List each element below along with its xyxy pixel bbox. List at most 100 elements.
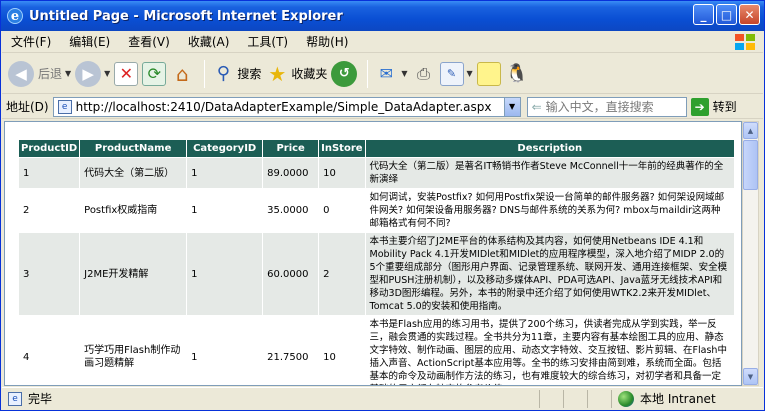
mail-button[interactable]: ✉ ▼ — [374, 57, 408, 91]
table-cell: 60.0000 — [262, 232, 320, 316]
products-grid: ProductID ProductName CategoryID Price I… — [17, 139, 736, 385]
menu-favorites[interactable]: 收藏(A) — [179, 33, 239, 50]
table-cell: 0 — [318, 188, 366, 233]
chevron-down-icon[interactable]: ▼ — [401, 69, 407, 78]
security-zone: 本地 Intranet — [611, 389, 749, 408]
status-cell — [539, 389, 563, 408]
column-header: InStore — [318, 139, 366, 158]
search-icon: ⚲ — [216, 63, 230, 84]
status-cell — [563, 389, 587, 408]
edit-page-icon: ✎ — [439, 61, 464, 86]
toolbar-separator — [367, 59, 369, 88]
table-cell: 21.7500 — [262, 315, 320, 385]
windows-logo-icon — [735, 34, 755, 50]
chevron-down-icon[interactable]: ▼ — [65, 69, 71, 78]
refresh-button[interactable]: ⟳ — [142, 57, 167, 91]
address-bar: 地址(D) e http://localhost:2410/DataAdapte… — [2, 95, 763, 119]
page-icon: e — [57, 99, 72, 114]
home-icon: ⌂ — [175, 61, 189, 86]
sticky-note-icon — [476, 61, 501, 86]
go-label: 转到 — [712, 100, 737, 114]
chevron-down-icon[interactable]: ▼ — [467, 69, 473, 78]
column-header: ProductName — [79, 139, 188, 158]
table-row: 3 J2ME开发精解 1 60.0000 2 本书主要介绍了J2ME平台的体系结… — [17, 232, 736, 316]
table-cell: 2 — [17, 188, 81, 233]
status-done: e 完毕 — [2, 390, 539, 407]
page-icon: e — [8, 391, 22, 406]
resize-grip-icon[interactable] — [749, 390, 763, 408]
search-button[interactable]: ⚲ 搜索 — [211, 57, 262, 91]
maximize-button[interactable]: □ — [716, 4, 737, 25]
notes-button[interactable] — [476, 57, 501, 91]
table-cell: Postfix权威指南 — [79, 188, 188, 233]
stop-button[interactable]: ✕ — [114, 57, 139, 91]
close-button[interactable]: ✕ — [739, 4, 760, 25]
column-header: ProductID — [17, 139, 81, 158]
status-cell — [587, 389, 611, 408]
table-cell: 代码大全（第二版） — [79, 157, 188, 189]
title-bar[interactable]: e Untitled Page - Microsoft Internet Exp… — [1, 1, 764, 31]
back-label: 后退 — [38, 67, 63, 81]
table-cell: 1 — [17, 157, 81, 189]
status-text: 完毕 — [28, 392, 53, 406]
history-button[interactable]: ↺ — [331, 57, 358, 91]
menu-help[interactable]: 帮助(H) — [297, 33, 357, 50]
table-cell: 3 — [17, 232, 81, 316]
star-icon: ★ — [268, 61, 287, 86]
search-input[interactable]: ⇐ 输入中文，直接搜索 — [526, 96, 687, 117]
table-cell: 巧学巧用Flash制作动画习题精解 — [79, 315, 188, 385]
ie-window: e Untitled Page - Microsoft Internet Exp… — [0, 0, 765, 411]
address-input[interactable]: e http://localhost:2410/DataAdapterExamp… — [52, 96, 521, 117]
table-cell: 10 — [318, 157, 366, 189]
address-label: 地址(D) — [6, 100, 49, 114]
penguin-icon: 🐧 — [505, 63, 528, 84]
address-url: http://localhost:2410/DataAdapterExample… — [75, 99, 492, 114]
scroll-up-icon[interactable]: ▲ — [743, 122, 758, 139]
menu-tools[interactable]: 工具(T) — [238, 33, 297, 50]
vertical-scrollbar[interactable]: ▲ ▼ — [742, 121, 759, 386]
mail-icon: ✉ — [379, 64, 394, 83]
table-cell: 1 — [186, 315, 264, 385]
scroll-thumb[interactable] — [743, 140, 758, 190]
window-title: Untitled Page - Microsoft Internet Explo… — [29, 8, 343, 24]
table-row: 2 Postfix权威指南 1 35.0000 0 如何调试，安装Postfix… — [17, 188, 736, 233]
intranet-globe-icon — [618, 390, 634, 407]
table-cell: 35.0000 — [262, 188, 320, 233]
chevron-down-icon[interactable]: ▼ — [503, 97, 520, 116]
page-content: ProductID ProductName CategoryID Price I… — [4, 121, 742, 386]
back-button[interactable]: ◀ 后退 ▼ — [8, 57, 71, 91]
table-row: 4 巧学巧用Flash制作动画习题精解 1 21.7500 10 本书是Flas… — [17, 315, 736, 385]
column-header: Description — [364, 139, 736, 158]
forward-arrow-icon: ▶ — [75, 60, 102, 87]
table-cell: 本书主要介绍了J2ME平台的体系结构及其内容，如何使用Netbeans IDE … — [364, 232, 736, 316]
go-button[interactable]: ➔ 转到 — [690, 97, 737, 116]
printer-icon: ⎙ — [417, 63, 430, 83]
search-placeholder: 输入中文，直接搜索 — [545, 100, 654, 114]
print-button[interactable]: ⎙ — [412, 57, 436, 91]
scroll-down-icon[interactable]: ▼ — [743, 368, 758, 385]
table-cell: J2ME开发精解 — [79, 232, 188, 316]
table-cell: 代码大全（第二版）是著名IT畅销书作者Steve McConnell十一年前的经… — [364, 157, 736, 189]
table-cell: 本书是Flash应用的练习用书，提供了200个练习，供读者完成从学到实践，举一反… — [364, 315, 736, 385]
favorites-button[interactable]: ★ 收藏夹 — [265, 57, 327, 91]
table-cell: 10 — [318, 315, 366, 385]
chevron-down-icon[interactable]: ▼ — [104, 69, 110, 78]
toolbar: ◀ 后退 ▼ ▶ ▼ ✕ ⟳ ⌂ ⚲ 搜索 ★ 收藏夹 ↺ ✉ ▼ ⎙ ✎ ▼ … — [2, 54, 763, 94]
menu-edit[interactable]: 编辑(E) — [60, 33, 119, 50]
column-header: Price — [262, 139, 320, 158]
back-arrow-icon: ◀ — [8, 60, 34, 87]
edit-button[interactable]: ✎ ▼ — [439, 57, 473, 91]
menu-view[interactable]: 查看(V) — [119, 33, 179, 50]
home-button[interactable]: ⌂ — [170, 57, 194, 91]
menu-file[interactable]: 文件(F) — [2, 33, 60, 50]
column-header: CategoryID — [186, 139, 264, 158]
minimize-button[interactable]: _ — [693, 4, 714, 25]
forward-button[interactable]: ▶ ▼ — [75, 57, 110, 91]
go-arrow-icon: ➔ — [690, 97, 709, 116]
status-bar: e 完毕 本地 Intranet — [2, 387, 763, 409]
table-cell: 4 — [17, 315, 81, 385]
messenger-button[interactable]: 🐧 — [505, 57, 529, 91]
favorites-label: 收藏夹 — [291, 67, 328, 81]
table-cell: 1 — [186, 188, 264, 233]
stop-icon: ✕ — [114, 61, 139, 86]
